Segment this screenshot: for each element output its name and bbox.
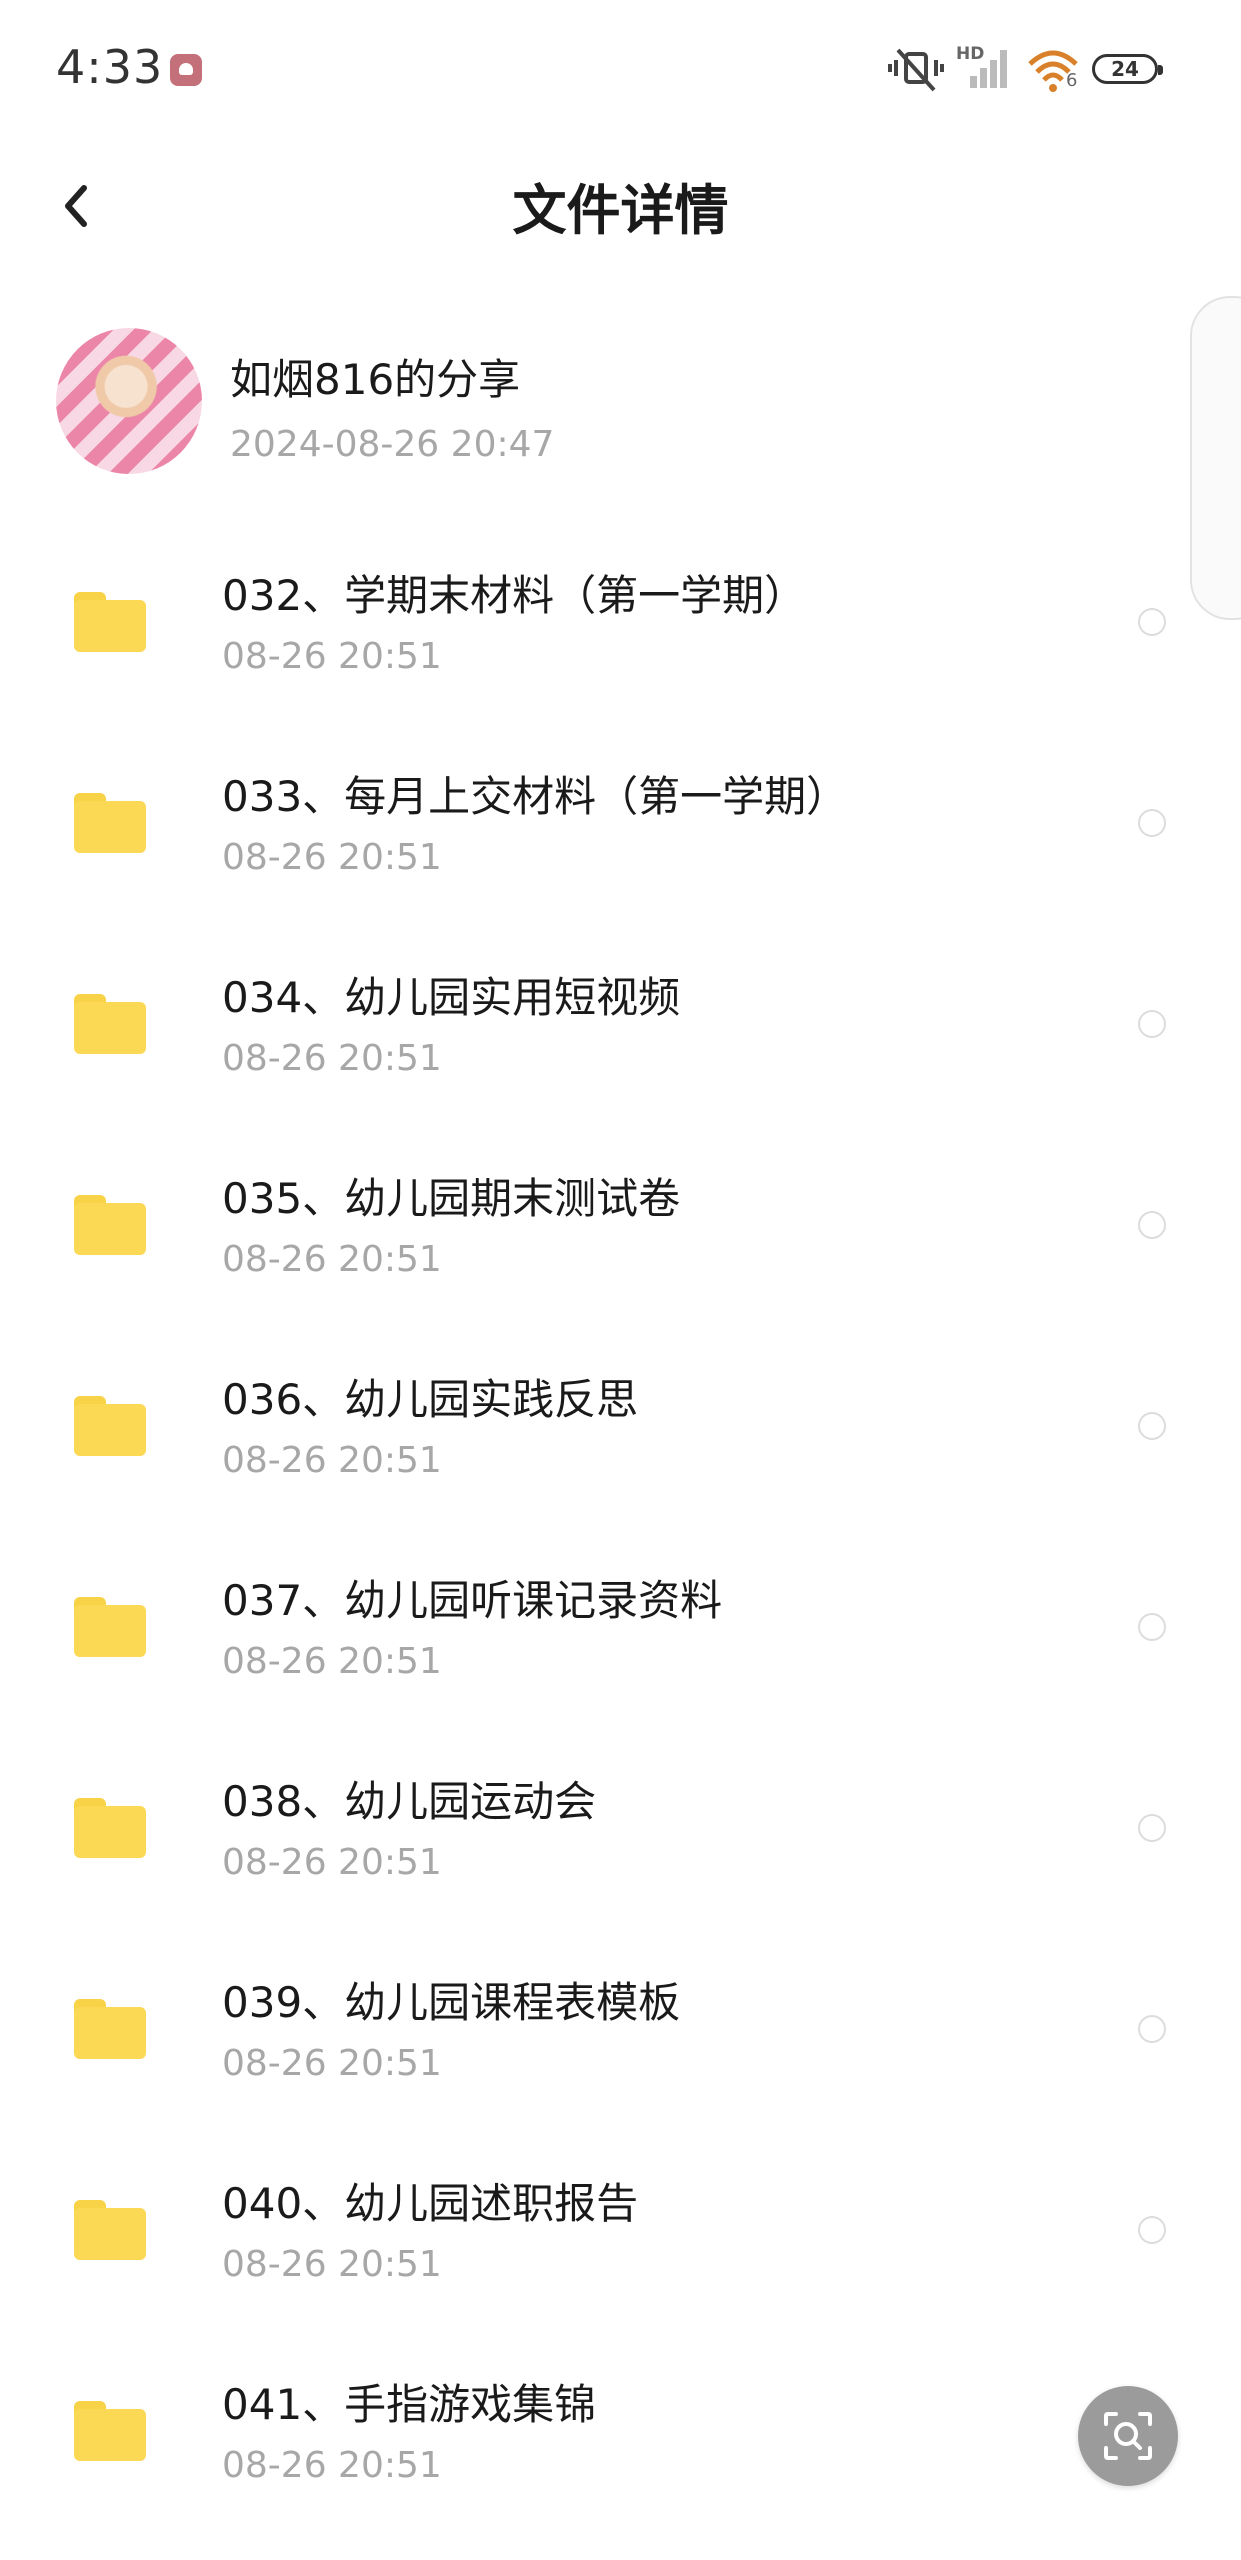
status-time: 4:33 bbox=[56, 40, 164, 94]
file-time: 08-26 20:51 bbox=[222, 1440, 442, 1481]
folder-icon bbox=[74, 592, 146, 652]
notification-app-icon bbox=[170, 54, 202, 86]
folder-icon bbox=[74, 1195, 146, 1255]
file-name: 039、幼儿园课程表模板 bbox=[222, 1978, 681, 2027]
list-item[interactable]: 032、学期末材料（第一学期） 08-26 20:51 bbox=[0, 520, 1241, 721]
battery-icon: 24 bbox=[1092, 54, 1163, 84]
select-radio[interactable] bbox=[1138, 2216, 1166, 2244]
file-time: 08-26 20:51 bbox=[222, 837, 442, 878]
page-title: 文件详情 bbox=[512, 179, 729, 242]
list-item[interactable]: 041、手指游戏集锦 08-26 20:51 bbox=[0, 2329, 1241, 2530]
list-item[interactable]: 037、幼儿园听课记录资料 08-26 20:51 bbox=[0, 1525, 1241, 1726]
file-name: 035、幼儿园期末测试卷 bbox=[222, 1174, 681, 1223]
file-time: 08-26 20:51 bbox=[222, 1038, 442, 1079]
file-name: 033、每月上交材料（第一学期） bbox=[222, 772, 849, 821]
list-item[interactable]: 036、幼儿园实践反思 08-26 20:51 bbox=[0, 1324, 1241, 1525]
file-time: 08-26 20:51 bbox=[222, 2244, 442, 2285]
list-item[interactable]: 039、幼儿园课程表模板 08-26 20:51 bbox=[0, 1927, 1241, 2128]
folder-icon bbox=[74, 1798, 146, 1858]
select-radio[interactable] bbox=[1138, 2015, 1166, 2043]
hd-signal-icon: HD bbox=[956, 44, 1012, 90]
folder-icon bbox=[74, 1396, 146, 1456]
select-radio[interactable] bbox=[1138, 1613, 1166, 1641]
status-bar: 4:33 HD 6 24 bbox=[0, 0, 1241, 140]
select-radio[interactable] bbox=[1138, 1412, 1166, 1440]
file-name: 034、幼儿园实用短视频 bbox=[222, 973, 681, 1022]
folder-icon bbox=[74, 2200, 146, 2260]
file-time: 08-26 20:51 bbox=[222, 2445, 442, 2486]
battery-level: 24 bbox=[1111, 57, 1139, 81]
select-radio[interactable] bbox=[1138, 1010, 1166, 1038]
file-time: 08-26 20:51 bbox=[222, 1842, 442, 1883]
list-item[interactable]: 035、幼儿园期末测试卷 08-26 20:51 bbox=[0, 1123, 1241, 1324]
file-time: 08-26 20:51 bbox=[222, 636, 442, 677]
search-scan-icon bbox=[1104, 2412, 1152, 2460]
file-name: 038、幼儿园运动会 bbox=[222, 1777, 597, 1826]
search-fab-button[interactable] bbox=[1078, 2386, 1178, 2486]
folder-icon bbox=[74, 1597, 146, 1657]
file-name: 036、幼儿园实践反思 bbox=[222, 1375, 639, 1424]
file-name: 037、幼儿园听课记录资料 bbox=[222, 1576, 723, 1625]
list-item[interactable]: 040、幼儿园述职报告 08-26 20:51 bbox=[0, 2128, 1241, 2329]
folder-icon bbox=[74, 1999, 146, 2059]
folder-icon bbox=[74, 2401, 146, 2461]
share-time: 2024-08-26 20:47 bbox=[230, 424, 555, 465]
file-time: 08-26 20:51 bbox=[222, 2043, 442, 2084]
wifi-sub-label: 6 bbox=[1066, 70, 1078, 91]
folder-icon bbox=[74, 793, 146, 853]
select-radio[interactable] bbox=[1138, 809, 1166, 837]
avatar[interactable] bbox=[56, 328, 202, 474]
file-name: 040、幼儿园述职报告 bbox=[222, 2179, 639, 2228]
select-radio[interactable] bbox=[1138, 1211, 1166, 1239]
select-radio[interactable] bbox=[1138, 608, 1166, 636]
file-name: 041、手指游戏集锦 bbox=[222, 2380, 597, 2429]
sharer-name: 如烟816的分享 bbox=[230, 355, 521, 404]
list-item[interactable]: 033、每月上交材料（第一学期） 08-26 20:51 bbox=[0, 721, 1241, 922]
list-item[interactable]: 038、幼儿园运动会 08-26 20:51 bbox=[0, 1726, 1241, 1927]
file-time: 08-26 20:51 bbox=[222, 1641, 442, 1682]
mute-vibrate-icon bbox=[888, 48, 944, 92]
select-radio[interactable] bbox=[1138, 1814, 1166, 1842]
file-time: 08-26 20:51 bbox=[222, 1239, 442, 1280]
list-item[interactable]: 034、幼儿园实用短视频 08-26 20:51 bbox=[0, 922, 1241, 1123]
folder-icon bbox=[74, 994, 146, 1054]
file-name: 032、学期末材料（第一学期） bbox=[222, 571, 807, 620]
